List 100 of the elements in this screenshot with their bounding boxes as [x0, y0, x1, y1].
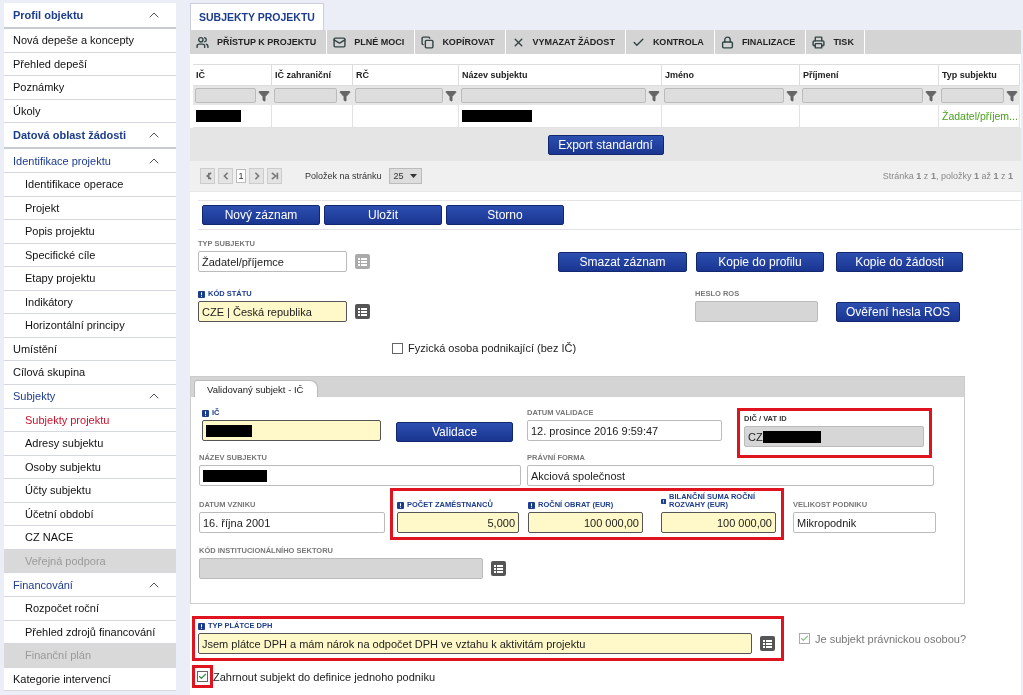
copy-icon [421, 35, 435, 49]
sidebar-item[interactable]: Umístění [4, 337, 176, 361]
page-size-label: Položek na stránku [305, 171, 382, 181]
text-field[interactable]: 100 000,00 [661, 512, 776, 533]
sidebar-item[interactable]: Horizontální principy [4, 314, 176, 338]
filter-icon[interactable] [786, 89, 798, 102]
page-tab[interactable]: SUBJEKTY PROJEKTU [190, 3, 324, 30]
next-icon [252, 172, 261, 180]
pager-button[interactable] [200, 168, 215, 184]
column-header[interactable]: Jméno [662, 64, 800, 86]
mail-icon [333, 35, 347, 49]
text-field[interactable]: 16. října 2001 [199, 512, 385, 533]
sidebar-item[interactable]: Etapy projektu [4, 267, 176, 291]
filter-field[interactable] [461, 88, 646, 103]
sidebar-item[interactable]: Účty subjektu [4, 479, 176, 503]
delete-record-button[interactable]: Smazat záznam [558, 252, 687, 272]
checkbox[interactable] [197, 671, 208, 682]
list-icon[interactable] [760, 636, 775, 651]
users-icon [196, 35, 209, 49]
sidebar-item[interactable]: Indikátory [4, 290, 176, 314]
sidebar-item[interactable]: Poznámky [4, 76, 176, 100]
filter-icon[interactable] [445, 89, 457, 102]
action-button[interactable]: Nový záznam [202, 205, 320, 225]
page-size-select[interactable]: 25 [388, 168, 422, 184]
checkbox-label: Fyzická osoba podnikající (bez IČ) [408, 342, 577, 354]
redaction-bar [196, 110, 241, 122]
sidebar-section[interactable]: Financování [4, 573, 176, 597]
pager-button[interactable] [249, 168, 264, 184]
filter-icon[interactable] [339, 89, 351, 102]
sidebar-item[interactable]: Úkoly [4, 99, 176, 123]
sidebar-item[interactable]: Cílová skupina [4, 361, 176, 385]
sidebar-item[interactable]: Přehled depeší [4, 52, 176, 76]
sidebar-item[interactable]: Účetní období [4, 502, 176, 526]
text-field[interactable] [199, 558, 483, 579]
required-icon [397, 501, 404, 509]
text-field[interactable]: CZ [744, 426, 924, 447]
pager-button[interactable] [267, 168, 282, 184]
text-field[interactable]: Jsem plátce DPH a mám nárok na odpočet DPH ve vztahu k aktivitám projektu [198, 633, 752, 654]
text-field[interactable]: Mikropodnik [793, 512, 936, 533]
text-field[interactable]: Akciová společnost [527, 465, 934, 486]
action-button[interactable]: Storno [446, 205, 564, 225]
column-header[interactable]: Příjmení [800, 64, 939, 86]
panel-tab[interactable]: Validovaný subjekt - IČ [194, 380, 319, 397]
checkbox-label: Je subjekt právnickou osobou? [815, 632, 967, 645]
filter-icon[interactable] [925, 89, 937, 102]
lock-icon [720, 35, 734, 49]
caret-icon [409, 174, 417, 178]
pager-summary: Stránka 1 z 1, položky 1 až 1 z 1 [882, 171, 1013, 181]
validate-button[interactable]: Validace [396, 422, 513, 442]
text-field[interactable]: 100 000,00 [528, 512, 643, 533]
sidebar-item[interactable]: Nová depeše a koncepty [4, 29, 176, 53]
copy-to-profile-button[interactable]: Kopie do profilu [696, 252, 824, 272]
filter-icon[interactable] [648, 89, 660, 102]
copy-to-application-button[interactable]: Kopie do žádosti [836, 252, 963, 272]
text-field[interactable]: CZE | Česká republika [198, 301, 347, 322]
list-icon[interactable] [491, 561, 506, 576]
export-button[interactable]: Export standardní [547, 134, 664, 155]
sidebar-item[interactable]: Kategorie intervencí [4, 667, 176, 691]
required-icon [528, 501, 535, 509]
list-icon[interactable] [355, 304, 370, 319]
column-header[interactable]: RČ [353, 64, 459, 86]
filter-field[interactable] [195, 88, 256, 103]
required-icon [198, 290, 205, 298]
sidebar-item[interactable]: Adresy subjektu [4, 432, 176, 456]
action-button[interactable]: Uložit [324, 205, 442, 225]
sidebar-item[interactable]: Specifické cíle [4, 243, 176, 267]
sidebar-item[interactable]: CZ NACE [4, 526, 176, 550]
verify-password-button[interactable]: Ověření hesla ROS [836, 302, 960, 322]
sidebar-item[interactable]: Identifikace operace [4, 173, 176, 197]
checkbox[interactable] [392, 342, 403, 354]
sidebar-item[interactable]: Popis projektu [4, 220, 176, 244]
sidebar-section[interactable]: Profil objektu [4, 3, 176, 29]
filter-field[interactable] [274, 88, 337, 103]
text-field[interactable]: 5,000 [397, 512, 519, 533]
sidebar-item[interactable]: Osoby subjektu [4, 455, 176, 479]
text-field[interactable] [202, 420, 381, 441]
text-field[interactable] [695, 301, 818, 322]
filter-icon[interactable] [258, 89, 270, 102]
sidebar-section[interactable]: Datová oblast žádosti [4, 123, 176, 149]
page-number[interactable]: 1 [236, 169, 246, 183]
text-field[interactable]: Žadatel/příjemce [198, 251, 347, 272]
filter-field[interactable] [355, 88, 443, 103]
text-field[interactable] [199, 465, 521, 486]
filter-field[interactable] [941, 88, 1004, 103]
printer-icon [812, 35, 826, 49]
sidebar-section[interactable]: Identifikace projektu [4, 149, 176, 173]
text-field[interactable]: 12. prosince 2016 9:59:47 [527, 420, 722, 441]
sidebar-item[interactable]: Přehled zdrojů financování [4, 620, 176, 644]
section-title: Datová oblast žádosti [13, 129, 127, 141]
pager-button[interactable] [218, 168, 233, 184]
sidebar-item[interactable]: Projekt [4, 196, 176, 220]
sidebar-item[interactable]: Rozpočet roční [4, 597, 176, 621]
filter-field[interactable] [664, 88, 784, 103]
filter-icon[interactable] [1006, 89, 1018, 102]
sidebar-item[interactable]: Subjekty projektu [4, 408, 176, 432]
sidebar-section[interactable]: Subjekty [4, 384, 176, 409]
required-icon [661, 497, 667, 505]
section-title: Subjekty [13, 390, 56, 402]
filter-field[interactable] [802, 88, 923, 103]
column-header[interactable]: Název subjektu [459, 64, 662, 86]
